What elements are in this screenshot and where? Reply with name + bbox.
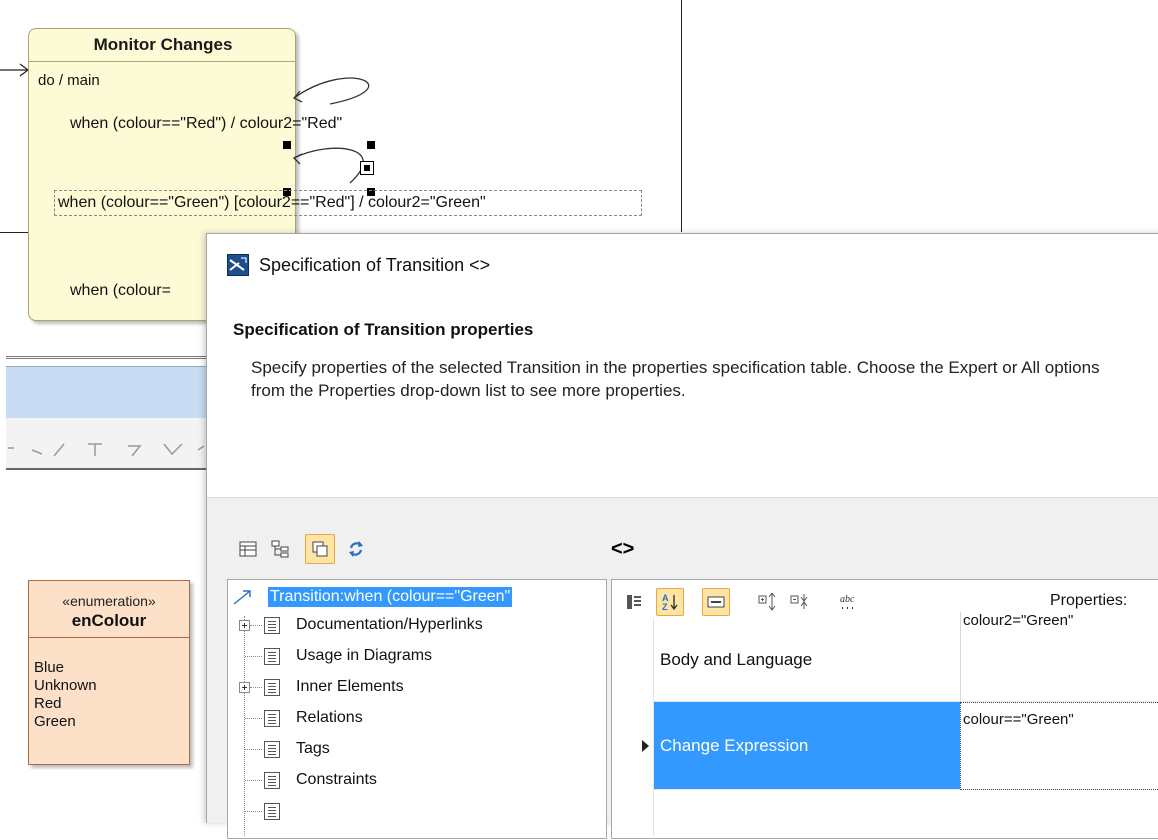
properties-title: <> bbox=[611, 538, 635, 560]
expand-all-button[interactable] bbox=[754, 588, 782, 616]
tree-connector bbox=[245, 718, 262, 719]
dialog-header: Specification of Transition properties S… bbox=[207, 298, 1158, 498]
tree-item-label: Relations bbox=[296, 709, 363, 726]
document-icon bbox=[264, 772, 280, 789]
tree-view-button[interactable] bbox=[265, 534, 295, 564]
document-icon bbox=[264, 648, 280, 665]
enum-literal[interactable]: Red bbox=[34, 695, 62, 712]
document-icon bbox=[264, 617, 280, 634]
expand-all-icon bbox=[758, 593, 776, 611]
compact-icon bbox=[707, 596, 725, 608]
selection-handle[interactable] bbox=[283, 141, 291, 149]
table-icon bbox=[239, 541, 257, 557]
tree-item-label: Usage in Diagrams bbox=[296, 647, 433, 664]
tree-connector bbox=[245, 780, 262, 781]
enum-literal[interactable]: Unknown bbox=[34, 677, 97, 694]
refresh-icon bbox=[349, 541, 363, 557]
dialog-titlebar[interactable]: Specification of Transition <> bbox=[207, 234, 1158, 298]
tree-icon bbox=[271, 540, 289, 558]
tree-item-label: Transition:when (colour=="Green" bbox=[268, 587, 513, 607]
tree-item-documentation[interactable]: Documentation/Hyperlinks bbox=[228, 612, 606, 640]
state-title: Monitor Changes bbox=[93, 35, 233, 54]
property-row-change-expression[interactable]: Change Expression colour=="Green" bbox=[612, 702, 1158, 790]
collapse-all-button[interactable] bbox=[786, 588, 814, 616]
properties-filter-label[interactable]: Properties: bbox=[1050, 592, 1127, 610]
spelling-button[interactable]: abc bbox=[834, 588, 862, 616]
state-do-action: do / main bbox=[38, 72, 100, 89]
diagram-line bbox=[0, 232, 30, 233]
enumeration-encolour[interactable]: «enumeration» enColour Blue Unknown Red … bbox=[28, 580, 190, 765]
transition-green-label[interactable]: when (colour=="Green") [colour2=="Red"] … bbox=[58, 194, 486, 212]
document-icon bbox=[264, 741, 280, 758]
selection-anchor[interactable] bbox=[360, 161, 374, 175]
enum-stereotype: «enumeration» bbox=[62, 593, 156, 609]
tree-item-constraints[interactable]: Constraints bbox=[228, 767, 606, 795]
enum-literal[interactable]: Blue bbox=[34, 659, 64, 676]
svg-text:Z: Z bbox=[662, 602, 668, 612]
magicdraw-app-icon bbox=[227, 254, 249, 276]
document-icon bbox=[264, 679, 280, 696]
toolbar-line-icons bbox=[8, 443, 205, 457]
dialog-title: Specification of Transition <> bbox=[259, 255, 491, 275]
property-value[interactable]: colour2="Green" bbox=[960, 612, 1158, 702]
spell-check-icon: abc bbox=[840, 594, 855, 609]
tree-connector bbox=[245, 811, 262, 812]
properties-table: AZ abc Properties: Body and Language col… bbox=[611, 579, 1158, 840]
selection-handle[interactable] bbox=[367, 141, 375, 149]
current-row-marker-icon bbox=[642, 740, 649, 752]
tree-connector bbox=[245, 656, 262, 657]
table-view-button[interactable] bbox=[233, 534, 263, 564]
tree-item-root[interactable]: Transition:when (colour=="Green" bbox=[228, 583, 606, 611]
tree-item-label: Documentation/Hyperlinks bbox=[296, 616, 483, 633]
background-panel-header bbox=[6, 366, 206, 418]
nested-view-button[interactable] bbox=[305, 534, 335, 564]
document-icon bbox=[264, 803, 280, 820]
diagram-line bbox=[681, 0, 682, 232]
overlap-icon bbox=[312, 541, 328, 557]
panel-divider bbox=[6, 356, 206, 359]
tree-item-partial[interactable] bbox=[228, 798, 606, 826]
categorized-icon bbox=[627, 595, 641, 609]
properties-panel: <> AZ abc Properties: Body and Language … bbox=[611, 534, 1158, 840]
enum-separator bbox=[29, 637, 189, 638]
state-separator bbox=[29, 61, 295, 62]
property-value[interactable]: colour=="Green" bbox=[960, 702, 1158, 790]
tree-item-label: Constraints bbox=[296, 771, 377, 788]
tree-item-inner-elements[interactable]: Inner Elements bbox=[228, 674, 606, 702]
sort-alphabetically-button[interactable]: AZ bbox=[656, 588, 684, 616]
header-description: Specify properties of the selected Trans… bbox=[251, 358, 1100, 400]
tree-item-relations[interactable]: Relations bbox=[228, 705, 606, 733]
transition-arrow-icon bbox=[233, 590, 251, 605]
self-transition-loops bbox=[292, 77, 370, 184]
tree-item-tags[interactable]: Tags bbox=[228, 736, 606, 764]
header-title: Specification of Transition properties bbox=[233, 320, 534, 339]
svg-text:abc: abc bbox=[840, 594, 855, 605]
enum-literal[interactable]: Green bbox=[34, 713, 76, 730]
navigation-tree[interactable]: Transition:when (colour=="Green" Documen… bbox=[227, 579, 607, 839]
document-icon bbox=[264, 710, 280, 727]
expand-icon[interactable] bbox=[239, 620, 250, 631]
specification-dialog: Specification of Transition <> Specifica… bbox=[206, 233, 1158, 840]
property-row-body-language[interactable]: Body and Language colour2="Green" bbox=[612, 612, 1158, 702]
tree-item-label: Tags bbox=[296, 740, 330, 757]
property-name: Change Expression bbox=[654, 702, 960, 790]
transition-third-label[interactable]: when (colour= bbox=[70, 282, 171, 300]
navigation-tree-panel: Transition:when (colour=="Green" Documen… bbox=[219, 534, 609, 839]
categorized-button[interactable] bbox=[620, 588, 648, 616]
tree-item-label: Inner Elements bbox=[296, 678, 404, 695]
enum-name: enColour bbox=[71, 611, 147, 630]
tree-connector bbox=[250, 625, 262, 626]
tree-item-usage[interactable]: Usage in Diagrams bbox=[228, 643, 606, 671]
sort-az-icon: AZ bbox=[662, 593, 678, 612]
property-name: Body and Language bbox=[654, 618, 960, 702]
collapse-all-icon bbox=[790, 594, 808, 609]
tree-connector bbox=[250, 687, 262, 688]
compact-view-button[interactable] bbox=[702, 588, 730, 616]
background-toolbar bbox=[6, 418, 206, 470]
refresh-button[interactable] bbox=[341, 534, 371, 564]
expand-icon[interactable] bbox=[239, 682, 250, 693]
tree-connector bbox=[245, 749, 262, 750]
